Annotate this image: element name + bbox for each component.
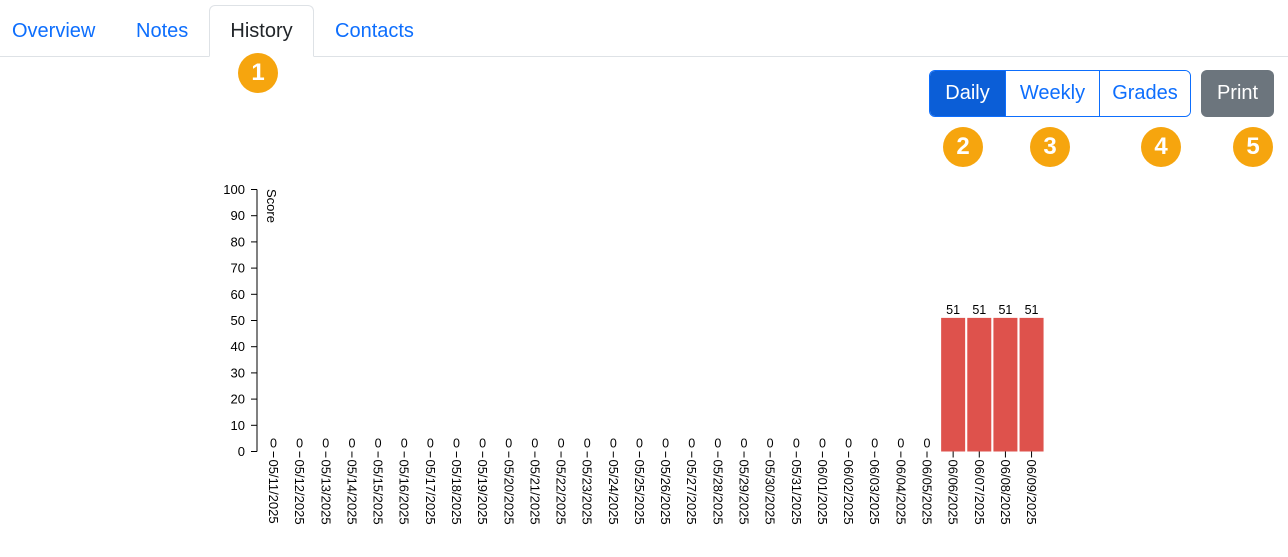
bar-value-label: 0 [375,437,382,451]
bar-value-label: 0 [610,437,617,451]
x-tick-label: 05/23/2025 [580,460,595,525]
bar-value-label: 0 [741,437,748,451]
y-tick-label: 80 [231,234,245,249]
x-tick-label: 05/14/2025 [344,460,359,525]
bar-value-label: 0 [793,437,800,451]
x-tick-label: 06/06/2025 [946,460,961,525]
bar-value-label: 51 [998,303,1012,317]
bar-value-label: 51 [946,303,960,317]
bar-value-label: 0 [322,437,329,451]
x-tick-label: 05/29/2025 [737,460,752,525]
x-tick-label: 05/28/2025 [710,460,725,525]
bar-value-label: 0 [714,437,721,451]
x-tick-label: 05/24/2025 [606,460,621,525]
bar-value-label: 0 [453,437,460,451]
x-tick-label: 05/31/2025 [789,460,804,525]
chart-bar [993,317,1018,452]
bar-value-label: 51 [972,303,986,317]
x-tick-label: 05/25/2025 [632,460,647,525]
x-tick-label: 05/19/2025 [475,460,490,525]
bar-value-label: 0 [584,437,591,451]
x-tick-label: 06/01/2025 [815,460,830,525]
bar-value-label: 0 [662,437,669,451]
y-tick-label: 70 [231,261,245,276]
x-tick-label: 05/11/2025 [266,460,281,524]
x-tick-label: 06/05/2025 [920,460,935,525]
y-tick-label: 0 [238,444,245,459]
x-tick-label: 06/07/2025 [972,460,987,525]
bar-value-label: 0 [871,437,878,451]
x-tick-label: 05/16/2025 [397,460,412,525]
x-tick-label: 06/04/2025 [893,460,908,525]
bar-value-label: 0 [897,437,904,451]
x-tick-label: 05/17/2025 [423,460,438,525]
bar-value-label: 0 [845,437,852,451]
bar-value-label: 0 [819,437,826,451]
y-tick-label: 50 [231,313,245,328]
x-tick-label: 05/21/2025 [527,460,542,525]
x-tick-label: 05/12/2025 [292,460,307,525]
x-tick-label: 06/08/2025 [998,460,1013,525]
y-tick-label: 40 [231,339,245,354]
x-tick-label: 05/15/2025 [371,460,386,525]
bar-value-label: 0 [688,437,695,451]
chart-bar [967,317,992,452]
y-axis-title: Score [264,189,279,223]
y-tick-label: 60 [231,287,245,302]
x-tick-label: 05/22/2025 [554,460,569,525]
bar-value-label: 0 [558,437,565,451]
x-tick-label: 05/30/2025 [763,460,778,525]
bar-value-label: 0 [636,437,643,451]
bar-value-label: 0 [924,437,931,451]
x-tick-label: 05/26/2025 [658,460,673,525]
bar-value-label: 0 [531,437,538,451]
y-tick-label: 90 [231,208,245,223]
bar-value-label: 0 [270,437,277,451]
chart-bar [941,317,966,452]
score-history-chart: 0 10 20 30 40 50 60 70 80 90 100 Score 0 05/11/2025 0 0… [223,182,1044,525]
x-tick-label: 06/03/2025 [867,460,882,525]
bar-value-label: 0 [427,437,434,451]
y-tick-label: 100 [223,182,245,197]
x-tick-label: 06/02/2025 [841,460,856,525]
y-tick-label: 10 [231,418,245,433]
bar-value-label: 0 [296,437,303,451]
bar-value-label: 0 [767,437,774,451]
bar-value-label: 0 [479,437,486,451]
x-tick-label: 05/13/2025 [318,460,333,525]
bar-value-label: 0 [401,437,408,451]
y-tick-label: 30 [231,365,245,380]
bar-value-label: 0 [505,437,512,451]
x-tick-label: 05/18/2025 [449,460,464,525]
chart-bar [1019,317,1044,452]
bar-value-label: 0 [348,437,355,451]
y-tick-label: 20 [231,392,245,407]
x-tick-label: 05/27/2025 [684,460,699,525]
x-tick-label: 06/09/2025 [1024,460,1039,525]
bar-value-label: 51 [1025,303,1039,317]
x-tick-label: 05/20/2025 [501,460,516,525]
